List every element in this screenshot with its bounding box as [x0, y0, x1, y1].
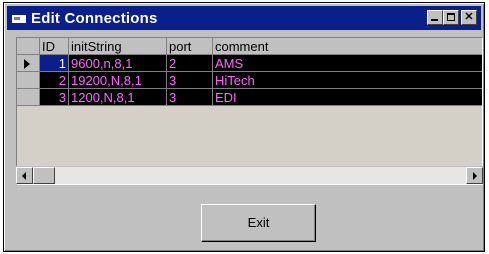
current-row-arrow-icon [24, 59, 30, 69]
header-corner [17, 38, 40, 55]
cell-port[interactable]: 3 [167, 72, 213, 89]
column-header-comment[interactable]: comment [213, 38, 482, 55]
cell-comment[interactable]: EDI [213, 89, 482, 106]
row-selector[interactable] [17, 72, 40, 89]
scroll-right-button[interactable] [466, 167, 483, 184]
title-bar[interactable]: Edit Connections ✕ [7, 6, 481, 30]
cell-initstring[interactable]: 19200,N,8,1 [69, 72, 167, 89]
column-header-port[interactable]: port [167, 38, 213, 55]
cell-comment[interactable]: AMS [213, 55, 482, 72]
maximize-icon [447, 13, 455, 21]
grid-header-row: ID initString port comment [17, 38, 482, 55]
column-header-id[interactable]: ID [40, 38, 69, 55]
arrow-left-icon [22, 172, 26, 180]
row-selector[interactable] [17, 89, 40, 106]
minimize-button[interactable] [427, 10, 443, 25]
scroll-left-button[interactable] [16, 167, 33, 184]
column-header-initstring[interactable]: initString [69, 38, 167, 55]
table-row[interactable]: 2 19200,N,8,1 3 HiTech [17, 72, 482, 89]
horizontal-scrollbar[interactable] [16, 166, 483, 184]
minimize-icon [431, 19, 438, 21]
scroll-thumb[interactable] [33, 167, 55, 184]
edit-connections-window: Edit Connections ✕ ID initString port co… [3, 2, 485, 252]
cell-initstring[interactable]: 9600,n,8,1 [69, 55, 167, 72]
cell-comment[interactable]: HiTech [213, 72, 482, 89]
close-button[interactable]: ✕ [461, 10, 477, 25]
cell-id[interactable]: 2 [40, 72, 69, 89]
cell-port[interactable]: 2 [167, 55, 213, 72]
connections-grid[interactable]: ID initString port comment 1 9600,n,8,1 … [16, 37, 483, 185]
maximize-button[interactable] [443, 10, 459, 25]
table-row[interactable]: 1 9600,n,8,1 2 AMS [17, 55, 482, 72]
cell-port[interactable]: 3 [167, 89, 213, 106]
cell-initstring[interactable]: 1200,N,8,1 [69, 89, 167, 106]
window-app-icon[interactable] [12, 12, 26, 23]
cell-id[interactable]: 1 [40, 55, 69, 72]
window-title: Edit Connections [31, 10, 158, 27]
close-icon: ✕ [464, 11, 474, 23]
cell-id[interactable]: 3 [40, 89, 69, 106]
row-selector[interactable] [17, 55, 40, 72]
arrow-right-icon [473, 172, 477, 180]
exit-button[interactable]: Exit [201, 204, 316, 242]
table-row[interactable]: 3 1200,N,8,1 3 EDI [17, 89, 482, 106]
